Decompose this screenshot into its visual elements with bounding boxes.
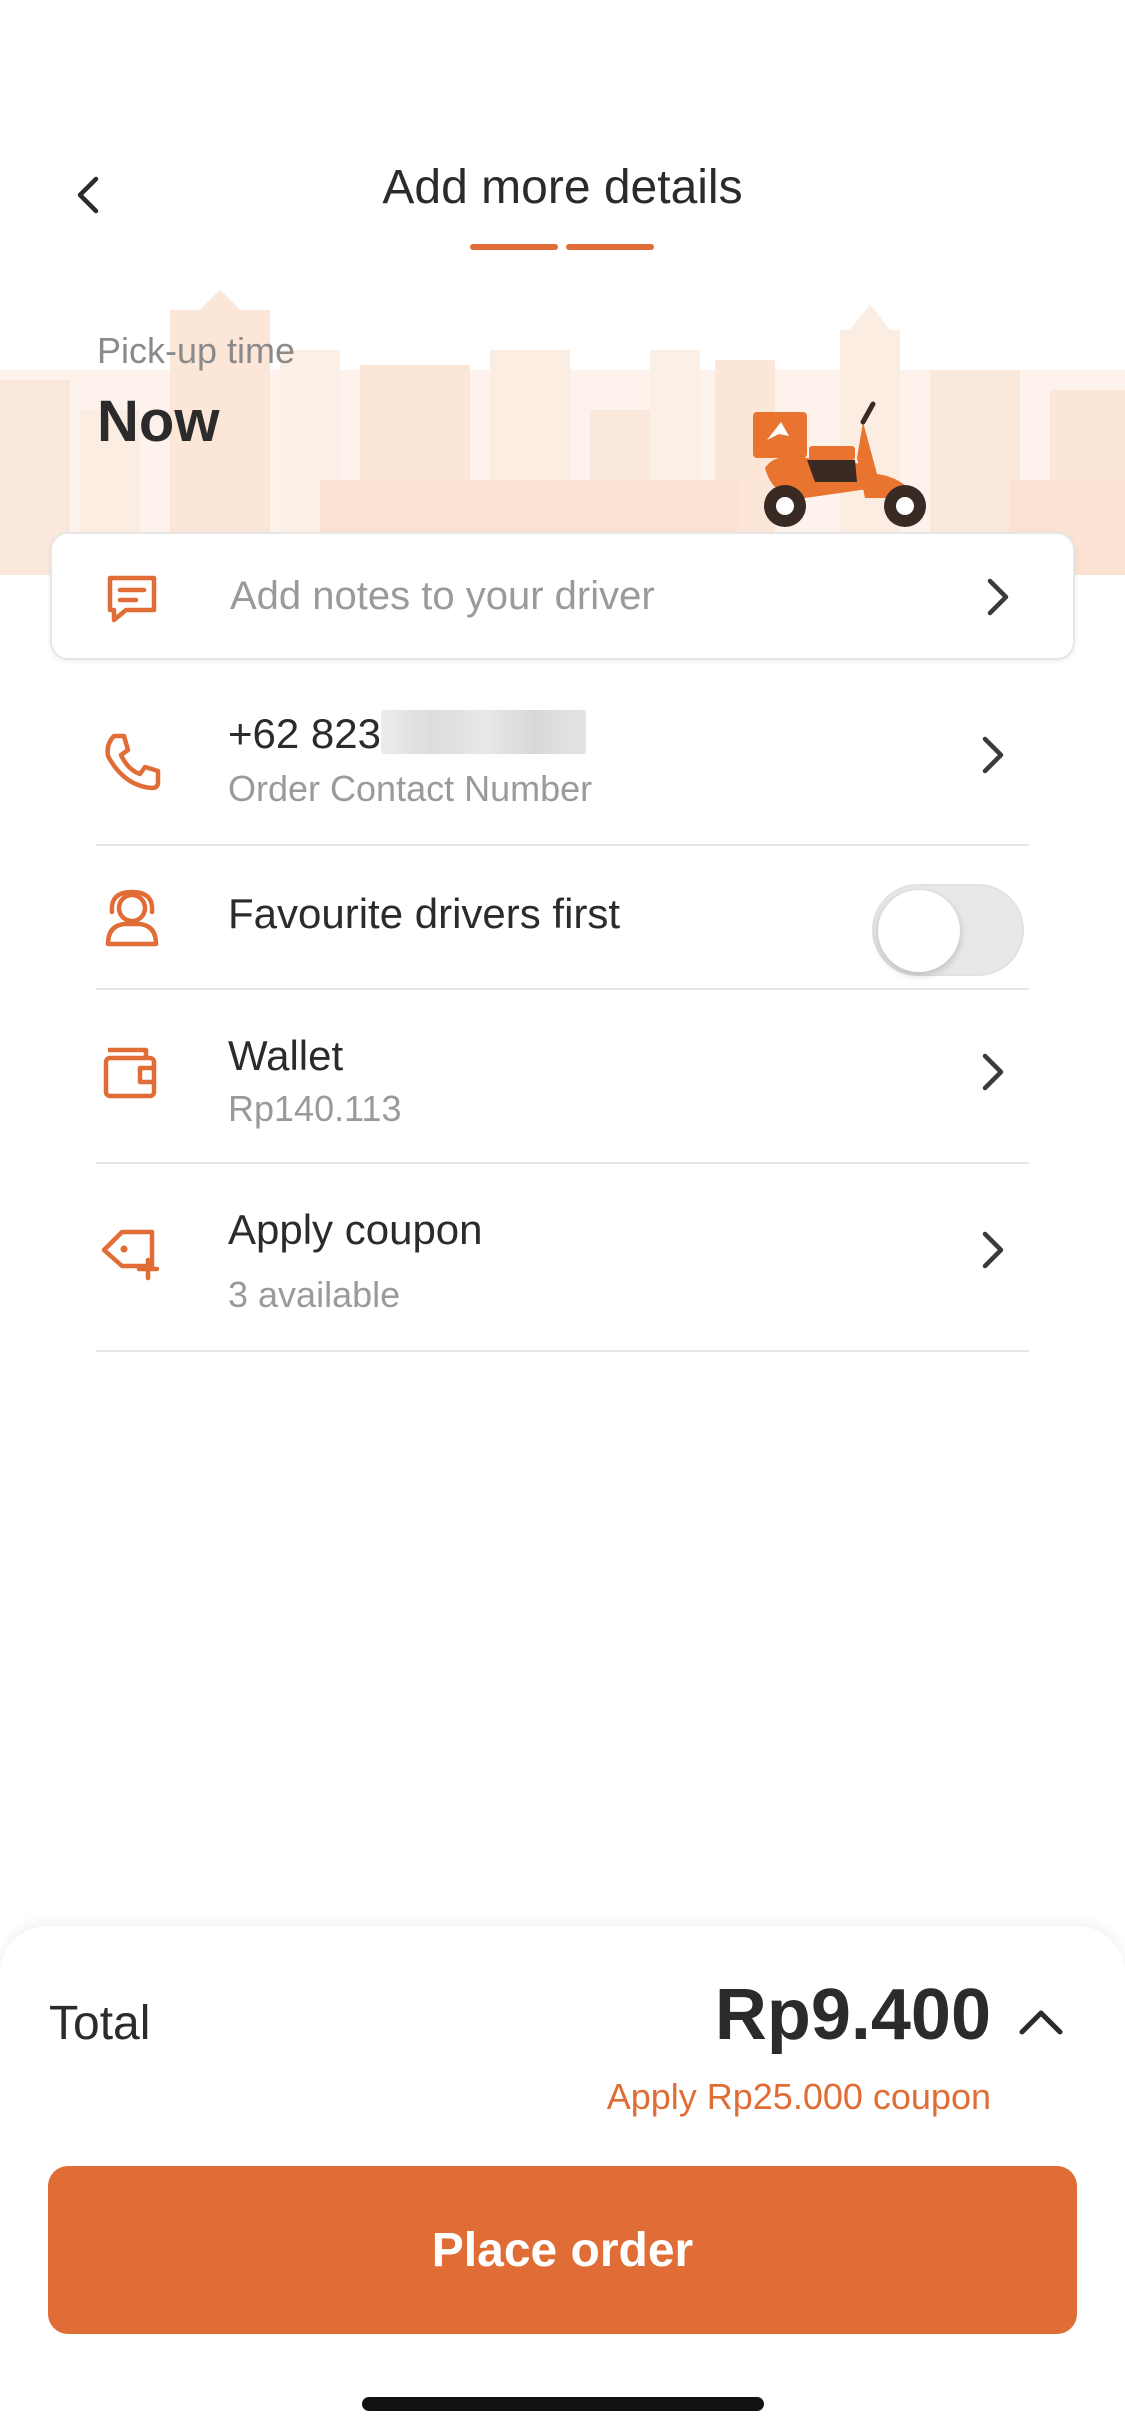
order-summary-sheet: Total Rp9.400 Apply Rp25.000 coupon Plac…	[0, 1926, 1125, 2436]
coupon-icon	[101, 1229, 160, 1281]
coupon-hint-link[interactable]: Apply Rp25.000 coupon	[607, 2076, 991, 2118]
place-order-button[interactable]: Place order	[48, 2166, 1077, 2334]
redacted-number-mask	[381, 710, 586, 754]
contact-number-prefix: +62 823	[228, 710, 381, 757]
contact-number-label: Order Contact Number	[228, 768, 593, 809]
pickup-time-value: Now	[97, 389, 220, 454]
wallet-label: Wallet	[228, 1032, 344, 1079]
favourite-drivers-toggle[interactable]	[872, 884, 1024, 976]
message-icon	[107, 575, 157, 623]
chevron-right-icon	[982, 1053, 1004, 1091]
pickup-time-label: Pick-up time	[97, 330, 296, 371]
header: Add more details	[0, 0, 1125, 260]
apply-coupon-row[interactable]: Apply coupon 3 available	[96, 1164, 1029, 1352]
progress-step-2	[566, 244, 654, 250]
driver-notes-placeholder: Add notes to your driver	[230, 573, 655, 618]
apply-coupon-label: Apply coupon	[228, 1206, 483, 1253]
phone-icon	[105, 733, 161, 791]
chevron-right-icon	[987, 578, 1009, 616]
wallet-balance: Rp140.113	[228, 1088, 402, 1129]
chevron-up-icon[interactable]	[1014, 1996, 1068, 2050]
coupon-available-count: 3 available	[228, 1274, 401, 1315]
scooter-illustration	[753, 401, 926, 527]
contact-number-value: +62 823	[228, 710, 586, 758]
favourite-drivers-row: Favourite drivers first	[96, 846, 1029, 990]
total-amount: Rp9.400	[714, 1975, 991, 2055]
home-indicator[interactable]	[362, 2397, 764, 2411]
driver-notes-card[interactable]: Add notes to your driver	[50, 532, 1075, 660]
chevron-right-icon	[982, 1231, 1004, 1269]
progress-step-1	[470, 244, 558, 250]
step-progress	[470, 244, 654, 250]
favourite-drivers-label: Favourite drivers first	[228, 890, 621, 937]
chevron-right-icon	[982, 736, 1004, 774]
wallet-icon	[103, 1047, 157, 1099]
page-title: Add more details	[382, 161, 743, 214]
contact-number-row[interactable]: +62 823 Order Contact Number	[96, 690, 1029, 846]
wallet-row[interactable]: Wallet Rp140.113	[96, 990, 1029, 1164]
driver-icon	[105, 889, 159, 947]
total-label: Total	[49, 1997, 151, 2050]
toggle-knob	[878, 890, 960, 972]
